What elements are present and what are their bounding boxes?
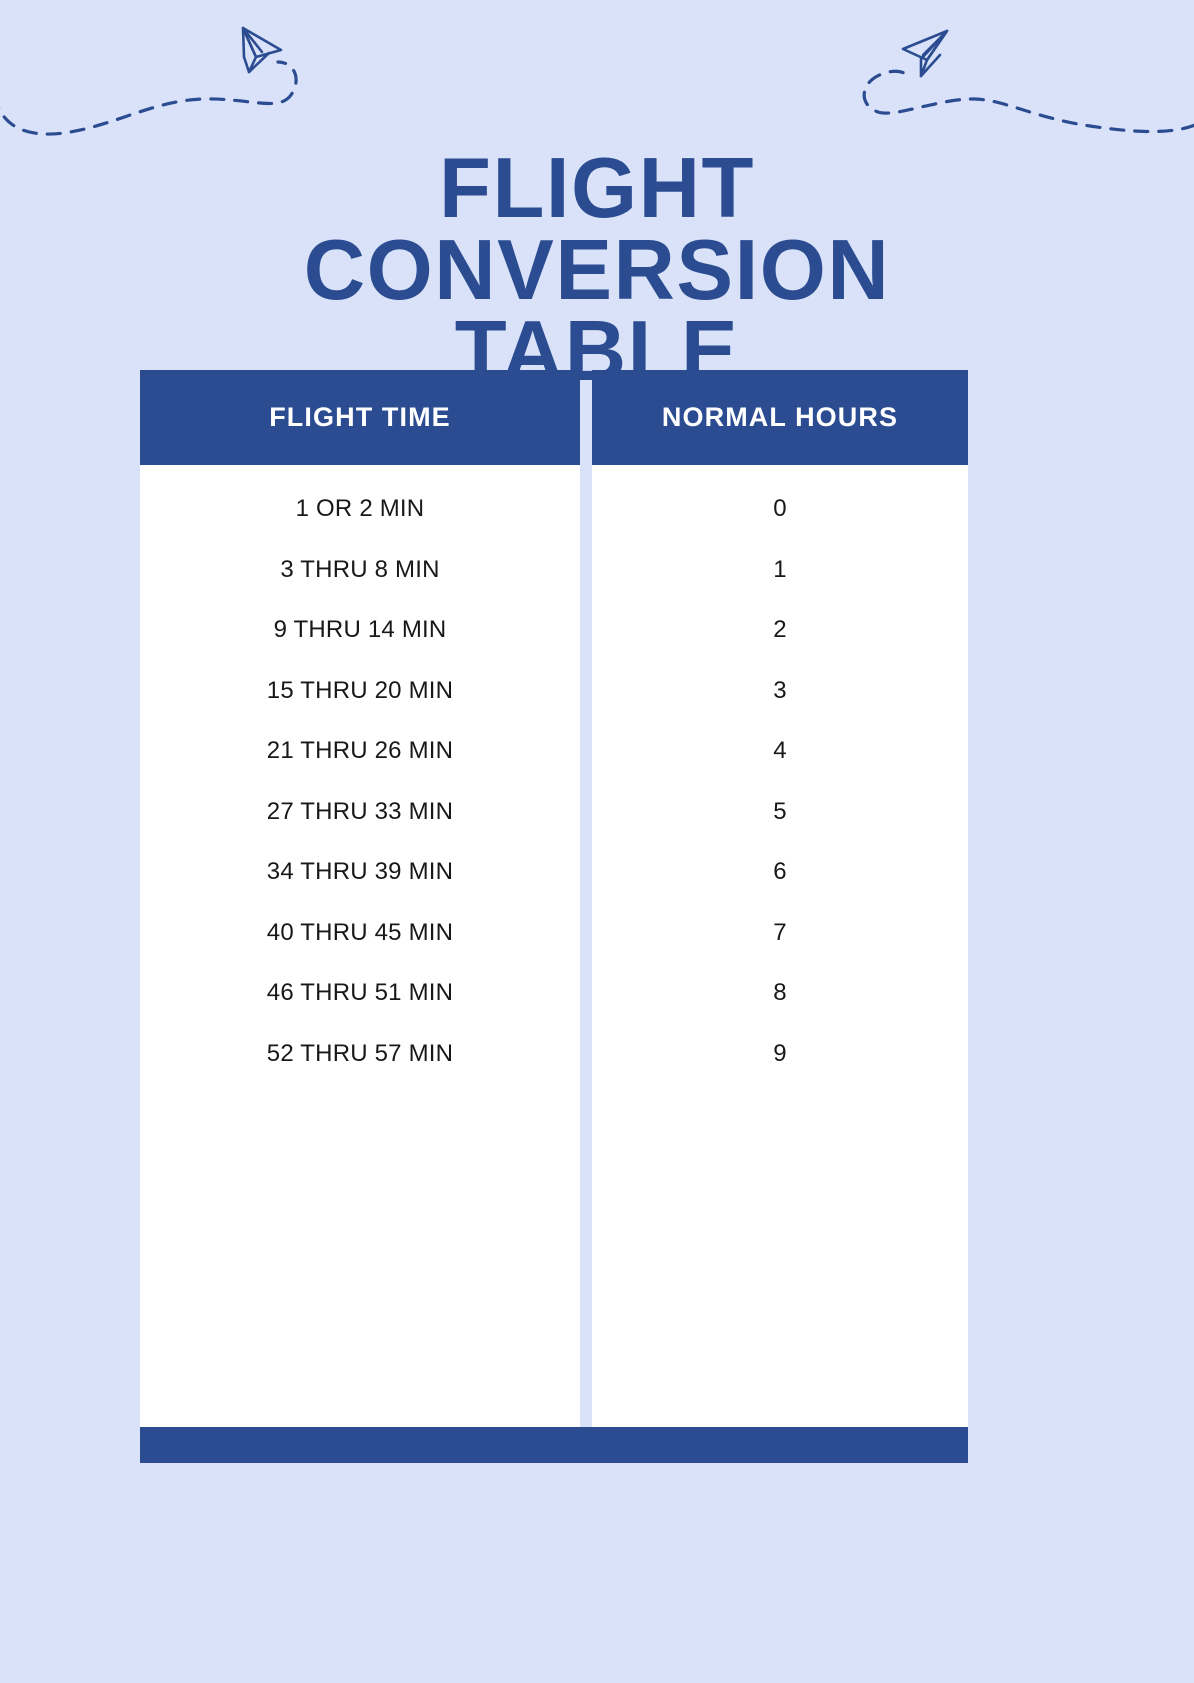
table-cell: 40 THRU 45 MIN: [266, 918, 454, 946]
table-cell: 8: [773, 979, 787, 1007]
table-cell: 1 OR 2 MIN: [295, 495, 425, 523]
flight-conversion-table: FLIGHT TIME 1 OR 2 MIN 3 THRU 8 MIN 9 THRU…: [140, 370, 968, 1463]
table-cell: 15 THRU 20 MIN: [266, 676, 454, 704]
table-cell: 52 THRU 57 MIN: [266, 1039, 454, 1067]
column-flight-time: FLIGHT TIME 1 OR 2 MIN 3 THRU 8 MIN 9 THRU…: [140, 370, 580, 1427]
table-cell: 2: [773, 616, 787, 644]
paper-plane-right-decoration: [790, 0, 1194, 150]
column-body-flight-time: 1 OR 2 MIN 3 THRU 8 MIN 9 THRU 14 MIN 15 TH…: [140, 465, 580, 1427]
column-header-flight-time: FLIGHT TIME: [140, 370, 580, 465]
table-grid: FLIGHT TIME 1 OR 2 MIN 3 THRU 8 MIN 9 THRU…: [140, 370, 968, 1427]
paper-plane-left-decoration: [0, 0, 324, 150]
table-cell: 3 THRU 8 MIN: [280, 555, 440, 583]
table-cell: 1: [773, 555, 787, 583]
table-cell: 4: [773, 737, 787, 765]
table-cell: 3: [773, 676, 787, 704]
table-cell: 9: [773, 1039, 787, 1067]
column-header-normal-hours: NORMAL HOURS: [592, 370, 968, 465]
table-cell: 46 THRU 51 MIN: [266, 979, 454, 1007]
table-cell: 6: [773, 858, 787, 886]
column-divider: [580, 370, 592, 1427]
table-cell: 21 THRU 26 MIN: [266, 737, 454, 765]
table-cell: 7: [773, 918, 787, 946]
table-cell: 34 THRU 39 MIN: [266, 858, 454, 886]
paper-plane-trail-right-icon: [862, 29, 1194, 134]
table-cell: 9 THRU 14 MIN: [273, 616, 447, 644]
page-title-container: FLIGHT CONVERSION TABLE: [0, 141, 1194, 400]
table-cell: 27 THRU 33 MIN: [266, 797, 454, 825]
column-body-normal-hours: 0 1 2 3 4 5 6 7 8 9: [592, 465, 968, 1427]
page-title: FLIGHT CONVERSION TABLE: [303, 141, 891, 400]
column-normal-hours: NORMAL HOURS 0 1 2 3 4 5 6 7 8 9: [592, 370, 968, 1427]
table-footer-bar: [140, 1427, 968, 1463]
paper-plane-trail-left-icon: [0, 26, 298, 136]
table-cell: 0: [773, 495, 787, 523]
table-cell: 5: [773, 797, 787, 825]
